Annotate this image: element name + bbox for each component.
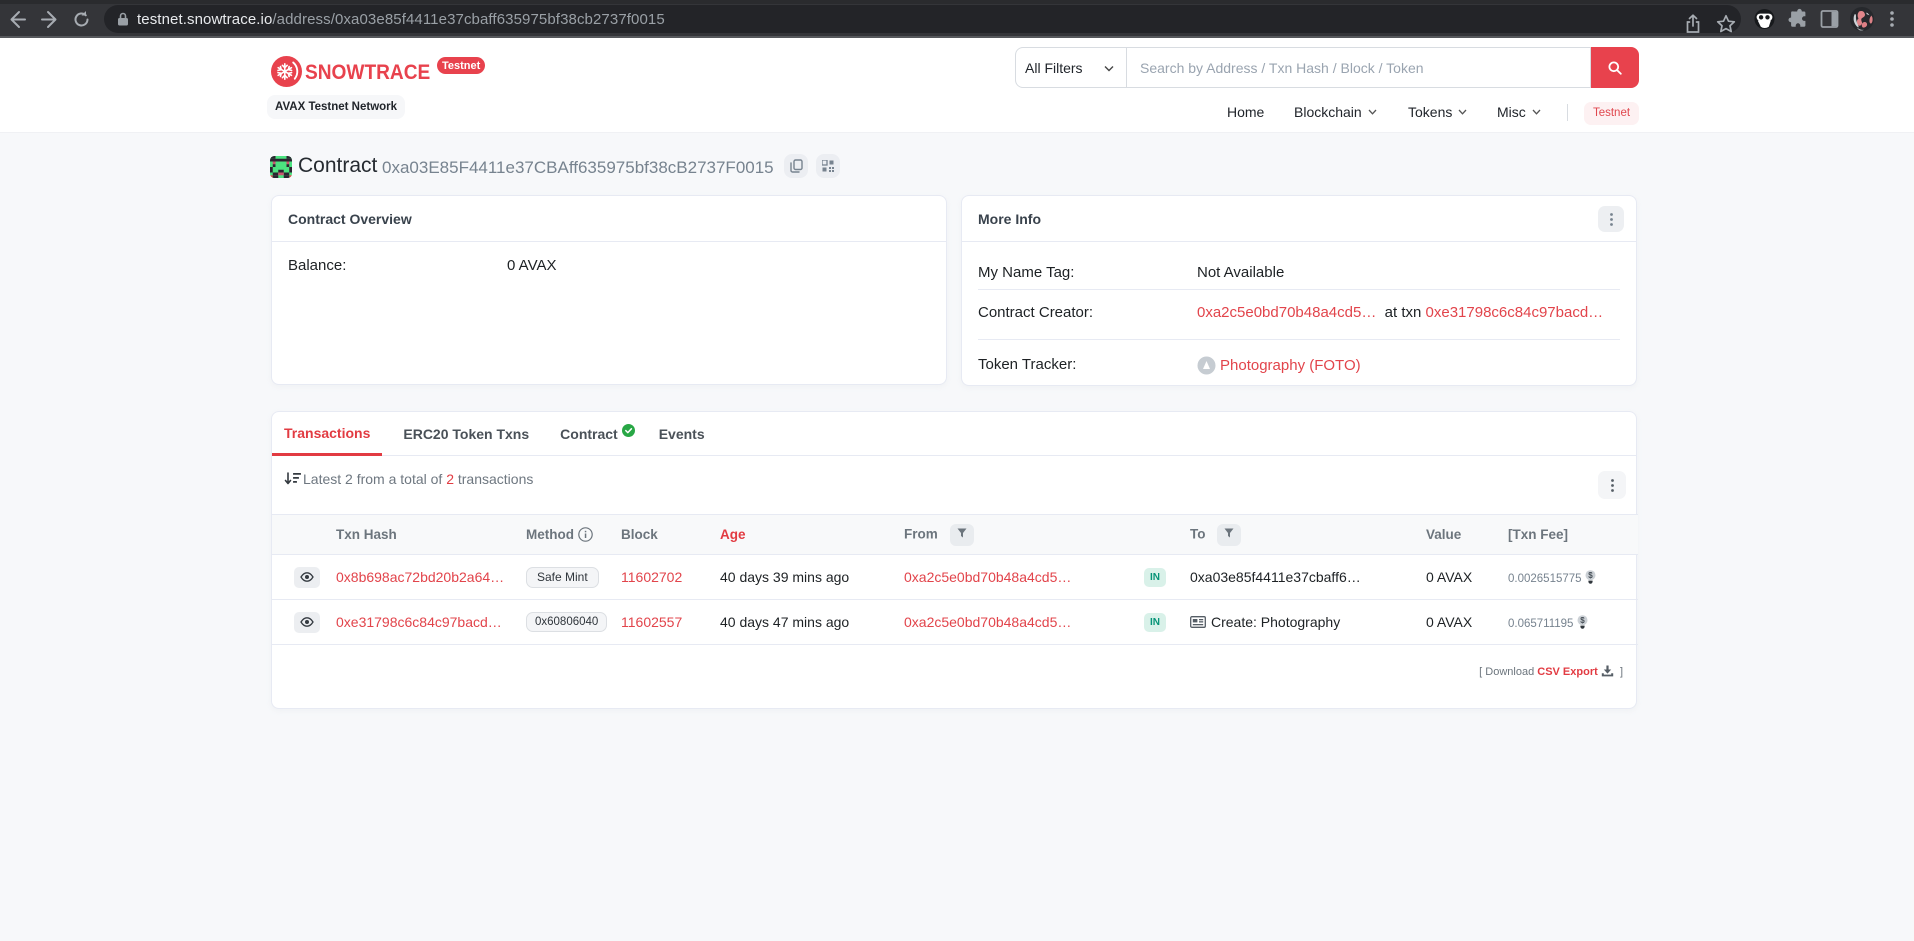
svg-text:$: $: [1581, 616, 1586, 625]
svg-text:$: $: [1589, 571, 1594, 580]
